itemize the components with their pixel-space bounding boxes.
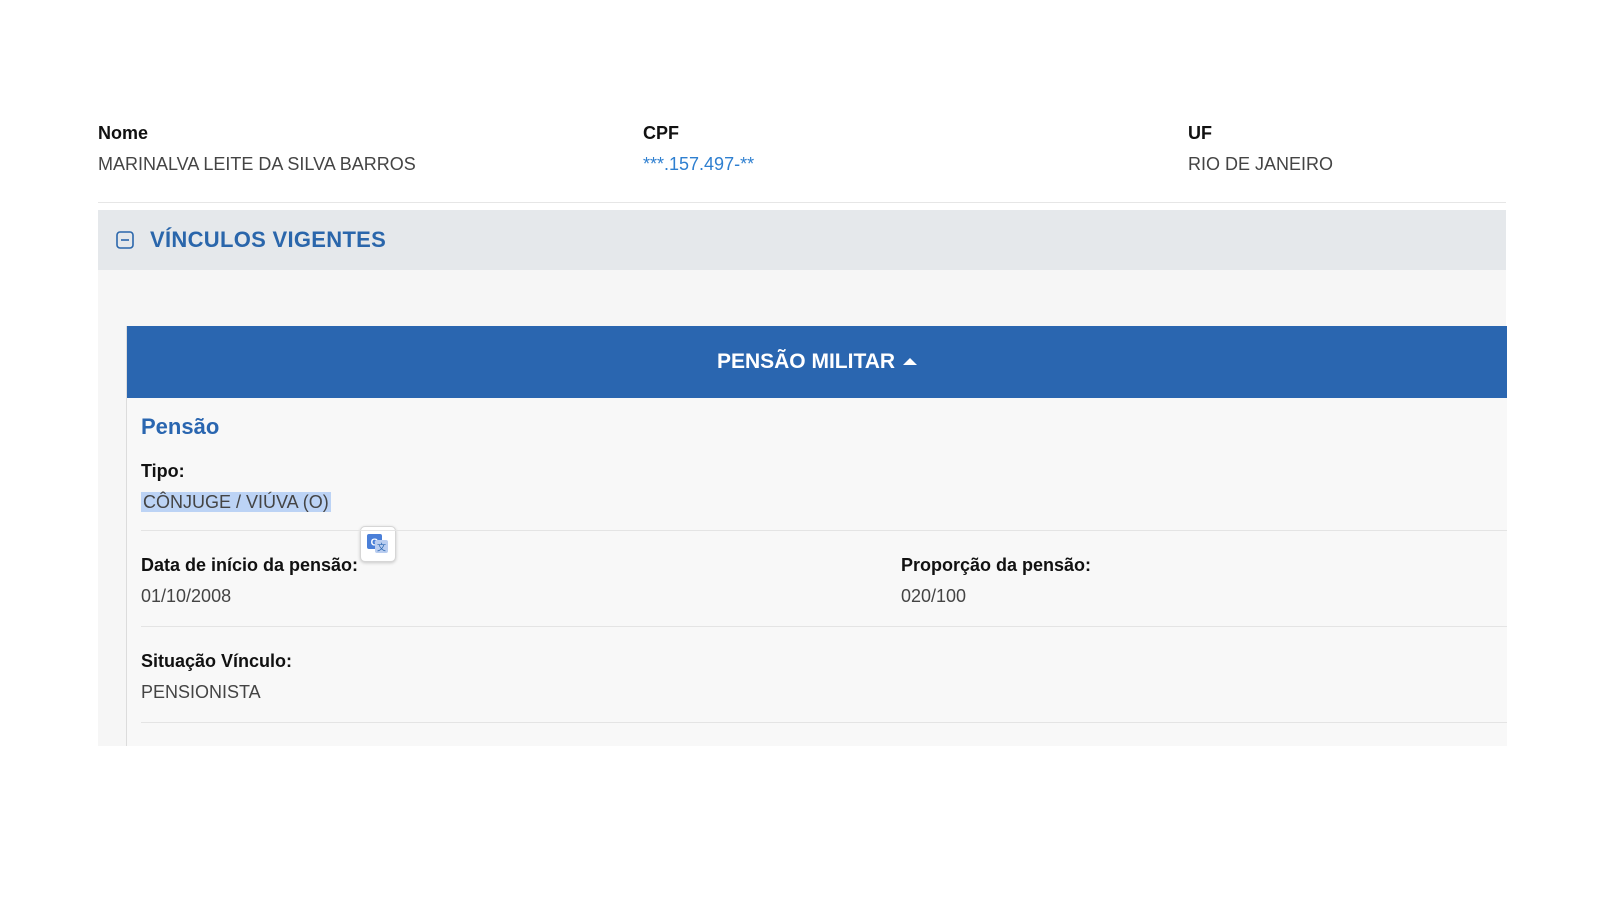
collapse-minus-icon[interactable] <box>115 230 135 250</box>
field-divider <box>141 722 1507 723</box>
tipo-field: Tipo: CÔNJUGE / VIÚVA (O) <box>141 460 331 513</box>
caret-up-icon <box>903 357 918 365</box>
data-inicio-value: 01/10/2008 <box>141 586 232 606</box>
name-value: MARINALVA LEITE DA SILVA BARROS <box>98 154 416 174</box>
section-title: VÍNCULOS VIGENTES <box>150 227 387 252</box>
person-info-row: Nome MARINALVA LEITE DA SILVA BARROS CPF… <box>98 122 1506 203</box>
cpf-label: CPF <box>643 123 679 143</box>
vinculos-section-body: PENSÃO MILITAR Pensão Tipo: CÔNJUGE / VI… <box>98 270 1507 746</box>
google-translate-icon[interactable]: G 文 <box>360 526 396 562</box>
data-inicio-field: Data de início da pensão: 01/10/2008 <box>141 554 358 607</box>
field-divider <box>141 626 1507 627</box>
name-column: Nome MARINALVA LEITE DA SILVA BARROS <box>98 122 416 175</box>
uf-value: RIO DE JANEIRO <box>1188 154 1334 174</box>
vinculos-section-header[interactable]: VÍNCULOS VIGENTES <box>98 210 1506 270</box>
situacao-label: Situação Vínculo: <box>141 651 293 671</box>
pension-subtitle: Pensão <box>141 414 220 439</box>
situacao-field: Situação Vínculo: PENSIONISTA <box>141 650 292 703</box>
svg-text:文: 文 <box>377 542 386 554</box>
cpf-value-link[interactable]: ***.157.497-** <box>643 153 754 175</box>
pension-card-title: PENSÃO MILITAR <box>716 350 896 373</box>
proporcao-label: Proporção da pensão: <box>901 555 1092 575</box>
cpf-column: CPF ***.157.497-** <box>643 122 754 175</box>
tipo-value-text: CÔNJUGE / VIÚVA (O) <box>141 492 331 512</box>
tipo-value: CÔNJUGE / VIÚVA (O) <box>141 491 331 513</box>
name-label: Nome <box>98 123 149 143</box>
pension-card: PENSÃO MILITAR Pensão Tipo: CÔNJUGE / VI… <box>126 326 1507 746</box>
proporcao-value: 020/100 <box>901 586 967 606</box>
tipo-label: Tipo: <box>141 461 185 481</box>
pension-card-header[interactable]: PENSÃO MILITAR <box>127 326 1507 398</box>
uf-column: UF RIO DE JANEIRO <box>1188 122 1333 175</box>
proporcao-field: Proporção da pensão: 020/100 <box>901 554 1091 607</box>
data-inicio-label: Data de início da pensão: <box>141 555 359 575</box>
uf-label: UF <box>1188 123 1212 143</box>
situacao-value: PENSIONISTA <box>141 682 261 702</box>
field-divider <box>141 530 1507 531</box>
